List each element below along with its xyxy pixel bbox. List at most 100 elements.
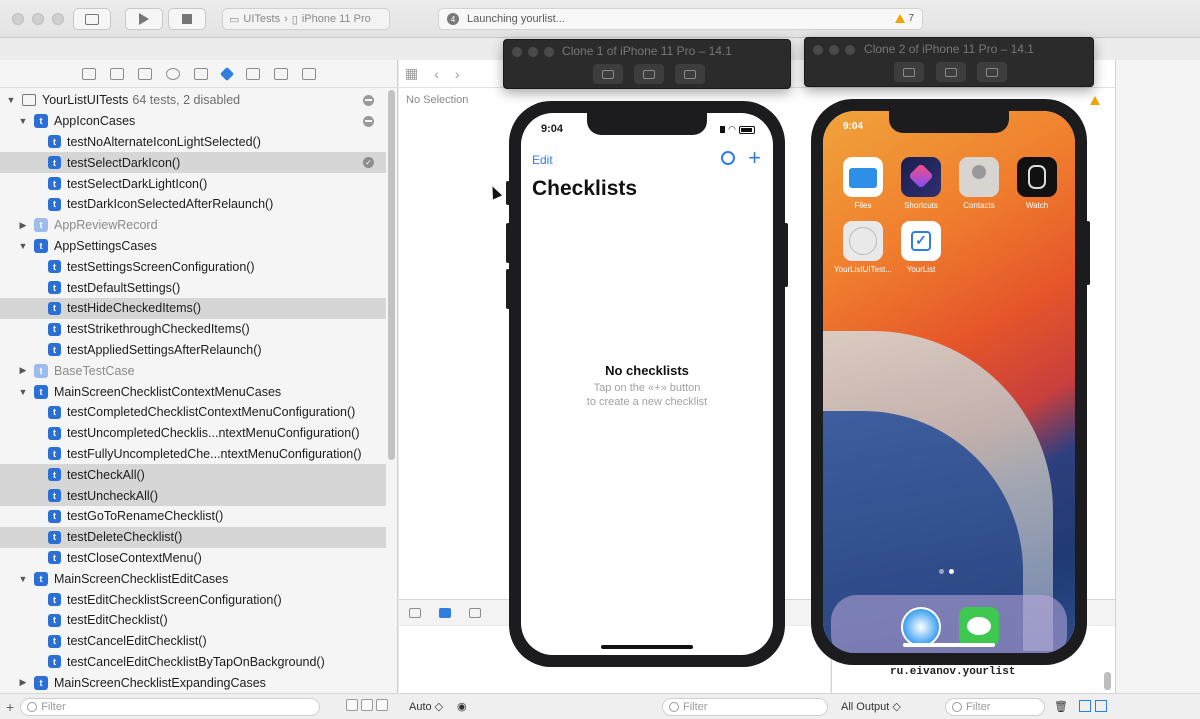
add-checklist-button[interactable]: +	[748, 147, 761, 169]
trash-icon[interactable]: 🗑	[1054, 700, 1068, 713]
minimize-window-button[interactable]	[32, 13, 44, 25]
disclosure-closed-icon[interactable]: ▶	[18, 220, 28, 231]
warnings-indicator[interactable]: 7	[895, 13, 914, 24]
disclosure-open-icon[interactable]: ▼	[6, 95, 16, 105]
uitests-app-icon[interactable]	[843, 221, 883, 261]
disclosure-open-icon[interactable]: ▼	[18, 387, 28, 397]
disclosure-closed-icon[interactable]: ▶	[18, 365, 28, 376]
home-indicator[interactable]	[601, 645, 693, 649]
device-screen[interactable]: 9:04 ◠ Edit + Checklists No checklists T…	[521, 113, 773, 655]
screenshot-button[interactable]	[894, 62, 924, 82]
filter-option-icon[interactable]	[346, 699, 358, 711]
shortcuts-app-icon[interactable]	[901, 157, 941, 197]
test-class-row[interactable]: ▶ t BaseTestCase	[0, 360, 386, 381]
add-icon[interactable]: +	[6, 699, 14, 715]
navigator-toggle-button[interactable]	[73, 8, 111, 30]
contacts-app-icon[interactable]	[959, 157, 999, 197]
symbol-navigator-icon[interactable]	[138, 67, 152, 80]
split-view-icon[interactable]	[1079, 700, 1107, 712]
test-class-row[interactable]: ▼ t MainScreenChecklistEditCases	[0, 568, 386, 589]
side-button[interactable]	[1086, 221, 1090, 285]
report-navigator-icon[interactable]	[302, 67, 316, 80]
test-method-row[interactable]: t testHideCheckedItems()	[0, 297, 386, 319]
test-method-row[interactable]: t testCheckAll()	[0, 464, 386, 486]
debug-navigator-icon[interactable]	[246, 67, 260, 80]
source-control-icon[interactable]	[110, 67, 124, 80]
home-button[interactable]	[936, 62, 966, 82]
messages-app-icon[interactable]	[959, 607, 999, 647]
hide-debug-area-icon[interactable]	[409, 607, 421, 618]
test-method-row[interactable]: t testDeleteChecklist()	[0, 526, 386, 548]
test-method-row[interactable]: t testSettingsScreenConfiguration()	[0, 256, 386, 277]
issue-navigator-icon[interactable]	[194, 67, 208, 80]
pause-icon[interactable]	[469, 607, 481, 618]
edit-button[interactable]: Edit	[532, 153, 553, 167]
output-selector[interactable]: All Output ◇	[841, 700, 901, 713]
test-class-row[interactable]: ▼ t AppIconCases	[0, 111, 386, 132]
run-button[interactable]	[125, 8, 163, 30]
device-screen[interactable]: 9:04 Files Shortcuts Contacts Watch Your…	[823, 111, 1075, 653]
test-class-row[interactable]: ▶ t MainScreenChecklistExpandingCases	[0, 672, 386, 693]
test-method-row[interactable]: t testCloseContextMenu()	[0, 548, 386, 569]
page-indicator[interactable]	[939, 569, 954, 574]
test-method-row[interactable]: t testNoAlternateIconLightSelected()	[0, 132, 386, 153]
test-method-row[interactable]: t testStrikethroughCheckedItems()	[0, 319, 386, 340]
yourlist-app-icon[interactable]: ✓	[901, 221, 941, 261]
find-navigator-icon[interactable]	[166, 67, 180, 80]
close-window-button[interactable]	[12, 13, 24, 25]
safari-app-icon[interactable]	[901, 607, 941, 647]
breakpoint-navigator-icon[interactable]	[274, 67, 288, 80]
test-method-row[interactable]: t testDarkIconSelectedAfterRelaunch()	[0, 194, 386, 215]
screenshot-button[interactable]	[593, 64, 623, 84]
run-status-icon[interactable]	[363, 95, 374, 106]
stop-button[interactable]	[168, 8, 206, 30]
test-method-row[interactable]: t testCancelEditChecklistByTapOnBackgrou…	[0, 652, 386, 673]
disclosure-open-icon[interactable]: ▼	[18, 116, 28, 126]
disclosure-open-icon[interactable]: ▼	[18, 241, 28, 251]
test-method-row[interactable]: t testGoToRenameChecklist()	[0, 506, 386, 527]
test-passed-icon[interactable]: ✓	[363, 157, 374, 169]
files-app-icon[interactable]	[843, 157, 883, 197]
disclosure-closed-icon[interactable]: ▶	[18, 677, 28, 688]
back-icon[interactable]: ‹	[434, 66, 439, 82]
navigator-scrollbar[interactable]	[388, 90, 395, 460]
test-method-row[interactable]: t testAppliedSettingsAfterRelaunch()	[0, 340, 386, 361]
volume-down-button[interactable]	[506, 269, 510, 309]
test-class-row[interactable]: ▼ t MainScreenChecklistContextMenuCases	[0, 381, 386, 402]
test-method-row[interactable]: t testUncompletedChecklis...ntextMenuCon…	[0, 423, 386, 444]
test-method-row[interactable]: t testEditChecklistScreenConfiguration()	[0, 589, 386, 610]
test-method-row[interactable]: t testSelectDarkIcon() ✓	[0, 152, 386, 174]
test-method-row[interactable]: t testFullyUncompletedChe...ntextMenuCon…	[0, 444, 386, 465]
test-method-row[interactable]: t testCompletedChecklistContextMenuConfi…	[0, 402, 386, 423]
disclosure-open-icon[interactable]: ▼	[18, 574, 28, 584]
console-filter-field[interactable]: Filter	[945, 698, 1045, 716]
test-navigator-icon[interactable]	[219, 66, 235, 81]
forward-icon[interactable]: ›	[455, 66, 460, 82]
variables-scope-selector[interactable]: Auto ◇	[409, 700, 443, 713]
run-status-icon[interactable]	[363, 115, 374, 127]
test-class-row[interactable]: ▶ t AppReviewRecord	[0, 215, 386, 236]
test-method-row[interactable]: t testCancelEditChecklist()	[0, 631, 386, 652]
home-button[interactable]	[634, 64, 664, 84]
test-method-row[interactable]: t testUncheckAll()	[0, 485, 386, 506]
filter-option-icon[interactable]	[376, 699, 388, 711]
navigator-filter-field[interactable]: Filter	[20, 697, 321, 716]
project-navigator-icon[interactable]	[82, 67, 96, 80]
rotate-button[interactable]	[675, 64, 705, 84]
related-items-icon[interactable]: ▦	[405, 65, 418, 82]
test-class-row[interactable]: ▼ t AppSettingsCases	[0, 236, 386, 257]
test-method-row[interactable]: t testDefaultSettings()	[0, 277, 386, 298]
watch-app-icon[interactable]	[1017, 157, 1057, 197]
home-indicator[interactable]	[903, 643, 995, 647]
eye-icon[interactable]: ◉	[457, 700, 467, 713]
filter-option-icon[interactable]	[361, 699, 373, 711]
tree-root-row[interactable]: ▼ YourListUITests 64 tests, 2 disabled	[0, 90, 386, 111]
variables-filter-field[interactable]: Filter	[662, 698, 828, 716]
side-button[interactable]	[784, 223, 788, 287]
zoom-window-button[interactable]	[52, 13, 64, 25]
console-scrollbar[interactable]	[1104, 672, 1111, 690]
test-method-row[interactable]: t testSelectDarkLightIcon()	[0, 173, 386, 194]
settings-gear-icon[interactable]	[721, 151, 735, 165]
volume-up-button[interactable]	[506, 223, 510, 263]
breakpoints-toggle-icon[interactable]	[439, 607, 451, 618]
